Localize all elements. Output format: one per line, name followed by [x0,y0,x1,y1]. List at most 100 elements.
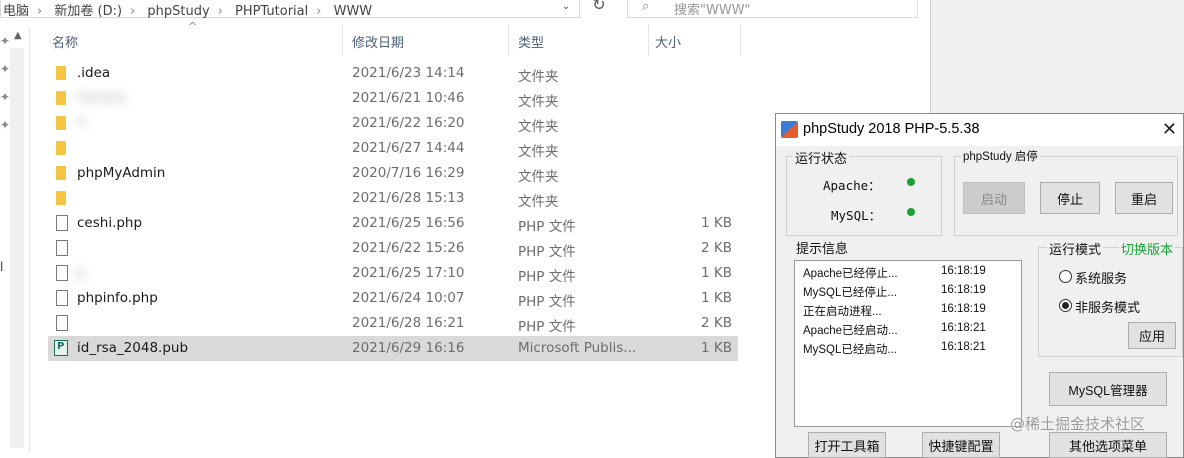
shortcut-config-button[interactable]: 快捷键配置 [922,432,1000,458]
file-size: 1 KB [701,215,732,231]
folder-icon [56,166,66,180]
file-type: PHP 文件 [518,219,576,235]
file-size: 1 KB [701,340,732,356]
file-date: 2021/6/22 16:20 [352,115,465,131]
file-row[interactable]: 2021/6/27 14:44 文件夹 [48,136,738,161]
log-box[interactable]: Apache已经停止... 16:18:19 MySQL已经停止... 16:18:1… [794,260,1022,427]
radio-system-service[interactable] [1059,270,1072,283]
file-type: 文件夹 [518,144,559,160]
column-headers: ^ 名称 修改日期 类型 大小 [30,20,742,56]
title-bar[interactable]: phpStudy 2018 PHP-5.5.38 ✕ [776,114,1183,146]
start-button[interactable]: 启动 [963,182,1025,214]
file-name: Gordon [77,90,127,106]
breadcrumb-item-www[interactable]: WWW [334,4,373,19]
refresh-icon[interactable]: ↻ [584,0,614,18]
file-name: p [77,265,86,281]
log-message: MySQL已经停止... [803,287,897,299]
mode-group-label: 运行模式 [1047,239,1104,258]
file-type: PHP 文件 [518,319,576,335]
file-date: 2021/6/27 14:44 [352,140,465,156]
file-name: ceshi.php [77,215,143,231]
column-header-name[interactable]: 名称 [52,32,78,51]
publisher-file-icon [54,340,68,356]
file-type: PHP 文件 [518,294,576,310]
column-header-type[interactable]: 类型 [518,32,544,51]
control-group-label: phpStudy 启停 [961,148,1040,164]
file-icon [56,290,68,306]
file-row[interactable]: Gordon 2021/6/21 10:46 文件夹 [48,86,738,111]
log-time: 16:18:21 [941,322,986,334]
pin-icon: ✦ [0,34,11,48]
status-group: 运行状态 Apache： MySQL： [786,148,942,236]
nav-item-partial[interactable]: l [0,260,3,274]
nav-scrollbar[interactable] [10,48,24,448]
file-date: 2021/6/28 16:21 [352,315,465,331]
switch-version-link[interactable]: 切换版本 [1119,239,1176,258]
log-message: MySQL已经启动... [803,344,897,356]
file-size: 2 KB [701,240,732,256]
file-row[interactable]: ll 2021/6/22 16:20 文件夹 [48,111,738,136]
file-row[interactable]: ceshi.php 2021/6/25 16:56 PHP 文件 1 KB [48,211,738,236]
file-row[interactable]: .idea 2021/6/23 14:14 文件夹 [48,61,738,86]
pin-icon: ✦ [0,90,11,104]
stop-button[interactable]: 停止 [1040,182,1100,214]
folder-icon [56,66,66,80]
file-size: 1 KB [701,265,732,281]
file-row[interactable]: 2021/6/22 15:26 PHP 文件 2 KB [48,236,738,261]
file-type: 文件夹 [518,119,559,135]
open-toolbox-button[interactable]: 打开工具箱 [808,432,886,458]
breadcrumb-item-drive[interactable]: 新加卷 (D:) [54,4,122,19]
file-type: PHP 文件 [518,269,576,285]
log-entry: Apache已经启动... 16:18:21 [803,322,986,338]
control-group: phpStudy 启停 启动 停止 重启 [954,148,1178,236]
file-date: 2021/6/24 10:07 [352,290,465,306]
pin-icon: ✦ [0,118,11,132]
folder-icon [56,141,66,155]
other-options-button[interactable]: 其他选项菜单 [1049,432,1167,458]
file-row[interactable]: 2021/6/28 16:21 PHP 文件 2 KB [48,311,738,336]
file-date: 2021/6/23 14:14 [352,65,465,81]
file-row[interactable]: phpinfo.php 2021/6/24 10:07 PHP 文件 1 KB [48,286,738,311]
file-row[interactable]: id_rsa_2048.pub 2021/6/29 16:16 Microsoft … [48,336,738,361]
address-bar[interactable]: 电脑 › 新加卷 (D:) › phpStudy › PHPTutorial › WWW [0,0,580,19]
file-row[interactable]: phpMyAdmin 2020/7/16 16:29 文件夹 [48,161,738,186]
scroll-up-icon[interactable]: ▲ [14,30,22,41]
breadcrumb-item-phptutorial[interactable]: PHPTutorial [235,4,308,19]
file-icon [56,265,68,281]
mode-group: 运行模式 切换版本 系统服务 非服务模式 应用 [1038,239,1183,357]
window-title: phpStudy 2018 PHP-5.5.38 [803,121,980,137]
file-row[interactable]: 2021/6/28 15:13 文件夹 [48,186,738,211]
breadcrumb-item-pc[interactable]: 电脑 [3,4,29,19]
file-type: 文件夹 [518,69,559,85]
folder-icon [56,91,66,105]
file-date: 2021/6/28 15:13 [352,190,465,206]
file-date: 2021/6/21 10:46 [352,90,465,106]
file-name: .idea [77,65,111,81]
mysql-manager-button[interactable]: MySQL管理器 [1049,372,1167,406]
restart-button[interactable]: 重启 [1115,182,1173,214]
close-icon[interactable]: ✕ [1162,119,1177,140]
folder-icon [56,191,66,205]
search-icon: ⌕ [642,0,650,14]
file-list: .idea 2021/6/23 14:14 文件夹 Gordon 2021/6/21 1… [48,61,738,361]
info-group-label: 提示信息 [794,238,851,257]
chevron-down-icon[interactable]: ⌄ [553,0,579,18]
radio-non-service[interactable] [1059,299,1072,312]
mysql-status-indicator [907,208,915,216]
log-time: 16:18:21 [941,341,986,353]
file-type: 文件夹 [518,94,559,110]
search-input[interactable]: ⌕ 搜索"WWW" [627,0,918,18]
breadcrumb-item-phpstudy[interactable]: phpStudy [147,4,209,19]
column-header-size[interactable]: 大小 [655,32,681,51]
radio-system-service-label[interactable]: 系统服务 [1075,268,1127,287]
sort-ascending-icon: ^ [188,20,198,33]
log-message: Apache已经启动... [803,325,898,337]
file-date: 2021/6/25 16:56 [352,215,465,231]
radio-non-service-label[interactable]: 非服务模式 [1075,297,1140,316]
file-row[interactable]: p 2021/6/25 17:10 PHP 文件 1 KB [48,261,738,286]
apply-button[interactable]: 应用 [1128,322,1176,349]
file-name: phpinfo.php [77,290,158,306]
breadcrumb: 电脑 › 新加卷 (D:) › phpStudy › PHPTutorial › WWW [3,0,380,19]
column-header-date[interactable]: 修改日期 [352,32,404,51]
folder-icon [56,116,66,130]
